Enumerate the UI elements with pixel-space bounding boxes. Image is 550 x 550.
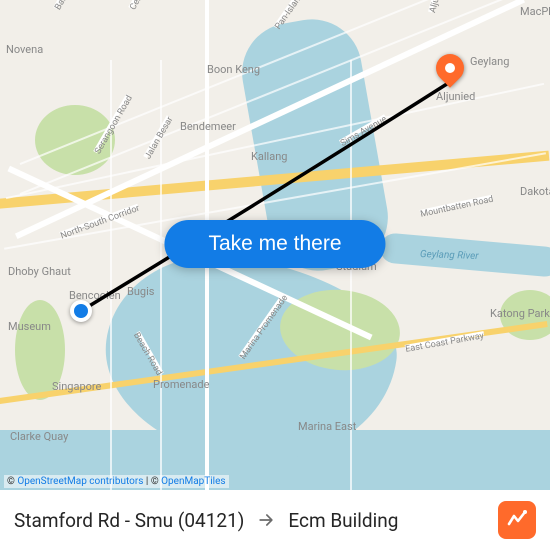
take-me-there-button[interactable]: Take me there xyxy=(164,220,385,268)
origin-marker[interactable] xyxy=(70,300,92,322)
destination-marker[interactable] xyxy=(436,54,464,82)
pin-icon xyxy=(430,48,470,88)
moovit-logo[interactable] xyxy=(498,501,536,539)
map[interactable]: Novena Boon Keng Bendemeer Kallang Geyla… xyxy=(0,0,550,490)
arrow-right-icon xyxy=(256,510,276,530)
osm-link[interactable]: OpenStreetMap contributors xyxy=(17,476,143,487)
moovit-logo-icon xyxy=(505,508,529,532)
route-from-label: Stamford Rd - Smu (04121) xyxy=(14,509,244,532)
attrib-sep: | © xyxy=(143,476,161,487)
attrib-prefix: © xyxy=(7,476,17,487)
maptiles-link[interactable]: OpenMapTiles xyxy=(161,476,225,487)
route-to-label: Ecm Building xyxy=(288,509,398,532)
map-attribution: © OpenStreetMap contributors | © OpenMap… xyxy=(4,475,229,488)
route-footer: Stamford Rd - Smu (04121) Ecm Building xyxy=(0,490,550,550)
